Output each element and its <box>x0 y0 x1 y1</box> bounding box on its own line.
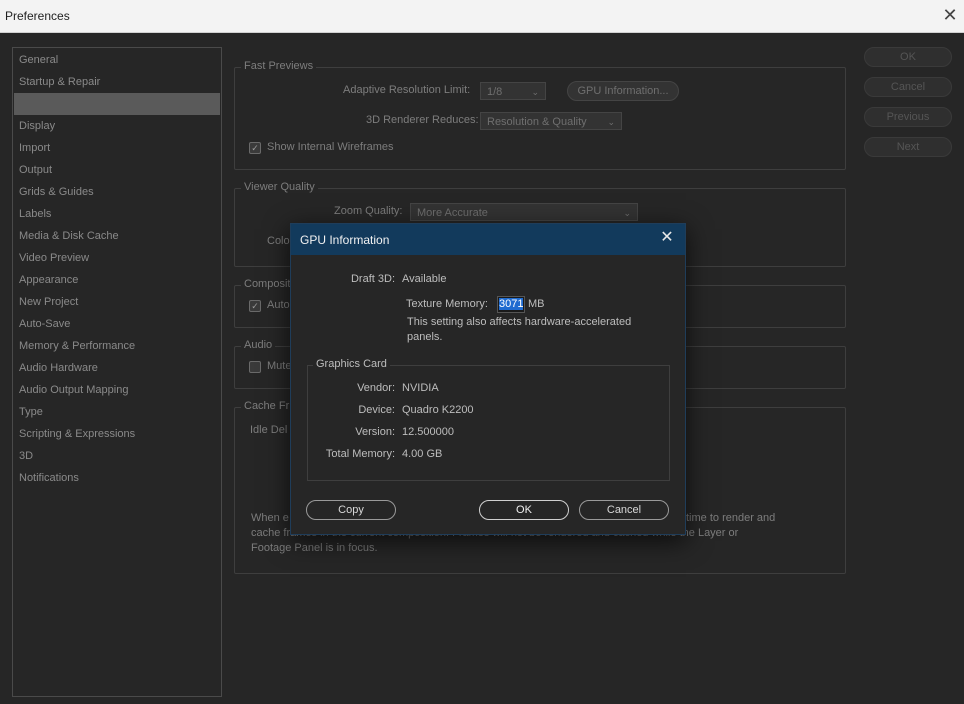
window-title: Preferences <box>5 9 70 23</box>
composition-title: Composit <box>241 278 294 290</box>
copy-button[interactable]: Copy <box>306 500 396 520</box>
zoom-quality-dropdown[interactable]: More Accurate ⌄ <box>410 203 638 221</box>
idle-delay-label: Idle Del <box>250 424 288 436</box>
renderer-reduces-value: Resolution & Quality <box>487 116 587 128</box>
composition-checkbox[interactable]: ✓ <box>249 300 261 312</box>
sidebar-item-media-disk-cache[interactable]: Media & Disk Cache <box>19 225 119 247</box>
sidebar-item-video-preview[interactable]: Video Preview <box>19 247 89 269</box>
sidebar-item-output[interactable]: Output <box>19 159 52 181</box>
gpu-information-dialog: GPU Information ✕ Draft 3D: Available Te… <box>290 223 686 535</box>
fast-previews-title: Fast Previews <box>241 60 317 72</box>
sidebar-item-labels[interactable]: Labels <box>19 203 51 225</box>
cache-frames-title: Cache Fr <box>241 400 293 412</box>
show-wireframes-label: Show Internal Wireframes <box>267 141 394 153</box>
ok-button[interactable]: OK <box>864 47 952 67</box>
previous-button[interactable]: Previous <box>864 107 952 127</box>
sidebar-item-grids-guides[interactable]: Grids & Guides <box>19 181 94 203</box>
adaptive-resolution-label: Adaptive Resolution Limit: <box>343 84 471 96</box>
adaptive-resolution-value: 1/8 <box>487 86 503 98</box>
vendor-label: Vendor: <box>357 382 395 394</box>
chevron-down-icon: ⌄ <box>531 87 539 97</box>
sidebar-item-display[interactable]: Display <box>19 115 55 137</box>
total-memory-label: Total Memory: <box>325 448 395 460</box>
texture-memory-label: Texture Memory: <box>406 298 488 310</box>
mute-audio-label: Mute <box>267 360 292 372</box>
sidebar-item-3d[interactable]: 3D <box>19 445 33 467</box>
chevron-down-icon: ⌄ <box>623 208 631 218</box>
dialog-ok-button[interactable]: OK <box>479 500 569 520</box>
cache-desc-line3: Footage Panel is in focus. <box>251 542 378 554</box>
sidebar-item-type[interactable]: Type <box>19 401 43 423</box>
next-button[interactable]: Next <box>864 137 952 157</box>
device-label: Device: <box>358 404 395 416</box>
close-icon[interactable]: ✕ <box>658 229 676 247</box>
chevron-down-icon: ⌄ <box>607 117 615 127</box>
sidebar-item-import[interactable]: Import <box>19 137 50 159</box>
device-value: Quadro K2200 <box>402 404 474 416</box>
mute-audio-checkbox[interactable] <box>249 361 261 373</box>
draft-3d-value: Available <box>402 273 447 285</box>
total-memory-value: 4.00 GB <box>402 448 443 460</box>
renderer-reduces-label: 3D Renderer Reduces: <box>366 114 479 126</box>
adaptive-resolution-dropdown[interactable]: 1/8 ⌄ <box>480 82 546 100</box>
sidebar-item-general[interactable]: General <box>19 49 58 71</box>
dialog-header: GPU Information ✕ <box>291 224 685 255</box>
texture-memory-value: 3071 <box>499 298 524 310</box>
sidebar-item-audio-hardware[interactable]: Audio Hardware <box>19 357 98 379</box>
sidebar-selected-highlight <box>14 93 220 115</box>
preferences-sidebar: General Startup & Repair Display Import … <box>12 47 222 697</box>
sidebar-item-notifications[interactable]: Notifications <box>19 467 79 489</box>
color-management-label: Colo <box>267 235 290 247</box>
viewer-quality-title: Viewer Quality <box>241 181 318 193</box>
texture-note-line1: This setting also affects hardware-accel… <box>407 316 632 328</box>
cache-desc-right: time to render and <box>686 512 776 524</box>
gpu-information-button[interactable]: GPU Information... <box>567 81 679 101</box>
sidebar-item-appearance[interactable]: Appearance <box>19 269 78 291</box>
dialog-cancel-button[interactable]: Cancel <box>579 500 669 520</box>
sidebar-item-new-project[interactable]: New Project <box>19 291 78 313</box>
audio-title: Audio <box>241 339 276 351</box>
cancel-button[interactable]: Cancel <box>864 77 952 97</box>
graphics-card-title: Graphics Card <box>313 358 390 370</box>
zoom-quality-value: More Accurate <box>417 207 488 219</box>
texture-memory-unit: MB <box>528 298 545 310</box>
window-titlebar: Preferences ✕ <box>0 0 964 33</box>
cache-desc-left: When e <box>251 512 289 524</box>
vendor-value: NVIDIA <box>402 382 439 394</box>
version-value: 12.500000 <box>402 426 454 438</box>
texture-memory-input[interactable]: 3071 <box>497 296 525 313</box>
sidebar-item-scripting-expressions[interactable]: Scripting & Expressions <box>19 423 135 445</box>
version-label: Version: <box>355 426 395 438</box>
composition-checkbox-label: Auto <box>267 299 290 311</box>
sidebar-item-auto-save[interactable]: Auto-Save <box>19 313 70 335</box>
sidebar-item-startup-repair[interactable]: Startup & Repair <box>19 71 100 93</box>
draft-3d-label: Draft 3D: <box>350 273 395 285</box>
show-wireframes-checkbox[interactable]: ✓ <box>249 142 261 154</box>
texture-note-line2: panels. <box>407 331 443 343</box>
sidebar-item-audio-output-mapping[interactable]: Audio Output Mapping <box>19 379 128 401</box>
renderer-reduces-dropdown[interactable]: Resolution & Quality ⌄ <box>480 112 622 130</box>
dialog-title: GPU Information <box>300 233 390 247</box>
sidebar-item-memory-performance[interactable]: Memory & Performance <box>19 335 135 357</box>
zoom-quality-label: Zoom Quality: <box>334 205 403 217</box>
window-close-icon[interactable]: ✕ <box>940 5 960 25</box>
